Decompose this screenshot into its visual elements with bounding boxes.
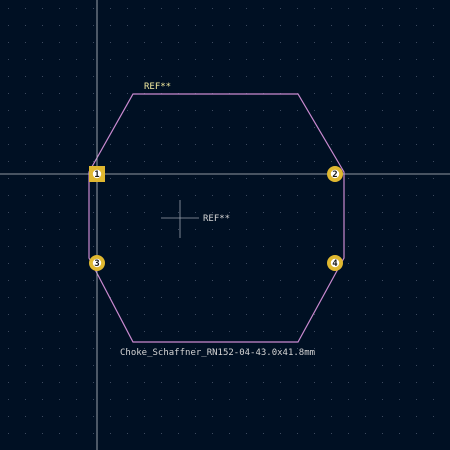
pad-3-number: 3 [94,259,99,269]
reference-silkscreen-text[interactable]: REF** [144,82,171,92]
pad-1[interactable]: 1 [89,166,105,182]
pad-3[interactable]: 3 [89,255,105,271]
reference-fab-text[interactable]: REF** [203,214,230,224]
pad-4[interactable]: 4 [327,255,343,271]
pad-4-number: 4 [332,259,338,269]
pcb-editor-canvas[interactable]: 1 2 3 4 REF** REF** Choke_Schaffner_RN15… [0,0,450,450]
pad-2-number: 2 [332,170,337,180]
footprint-value-text[interactable]: Choke_Schaffner_RN152-04-43.0x41.8mm [120,348,315,358]
pad-2[interactable]: 2 [327,166,343,182]
pad-1-number: 1 [94,170,99,180]
